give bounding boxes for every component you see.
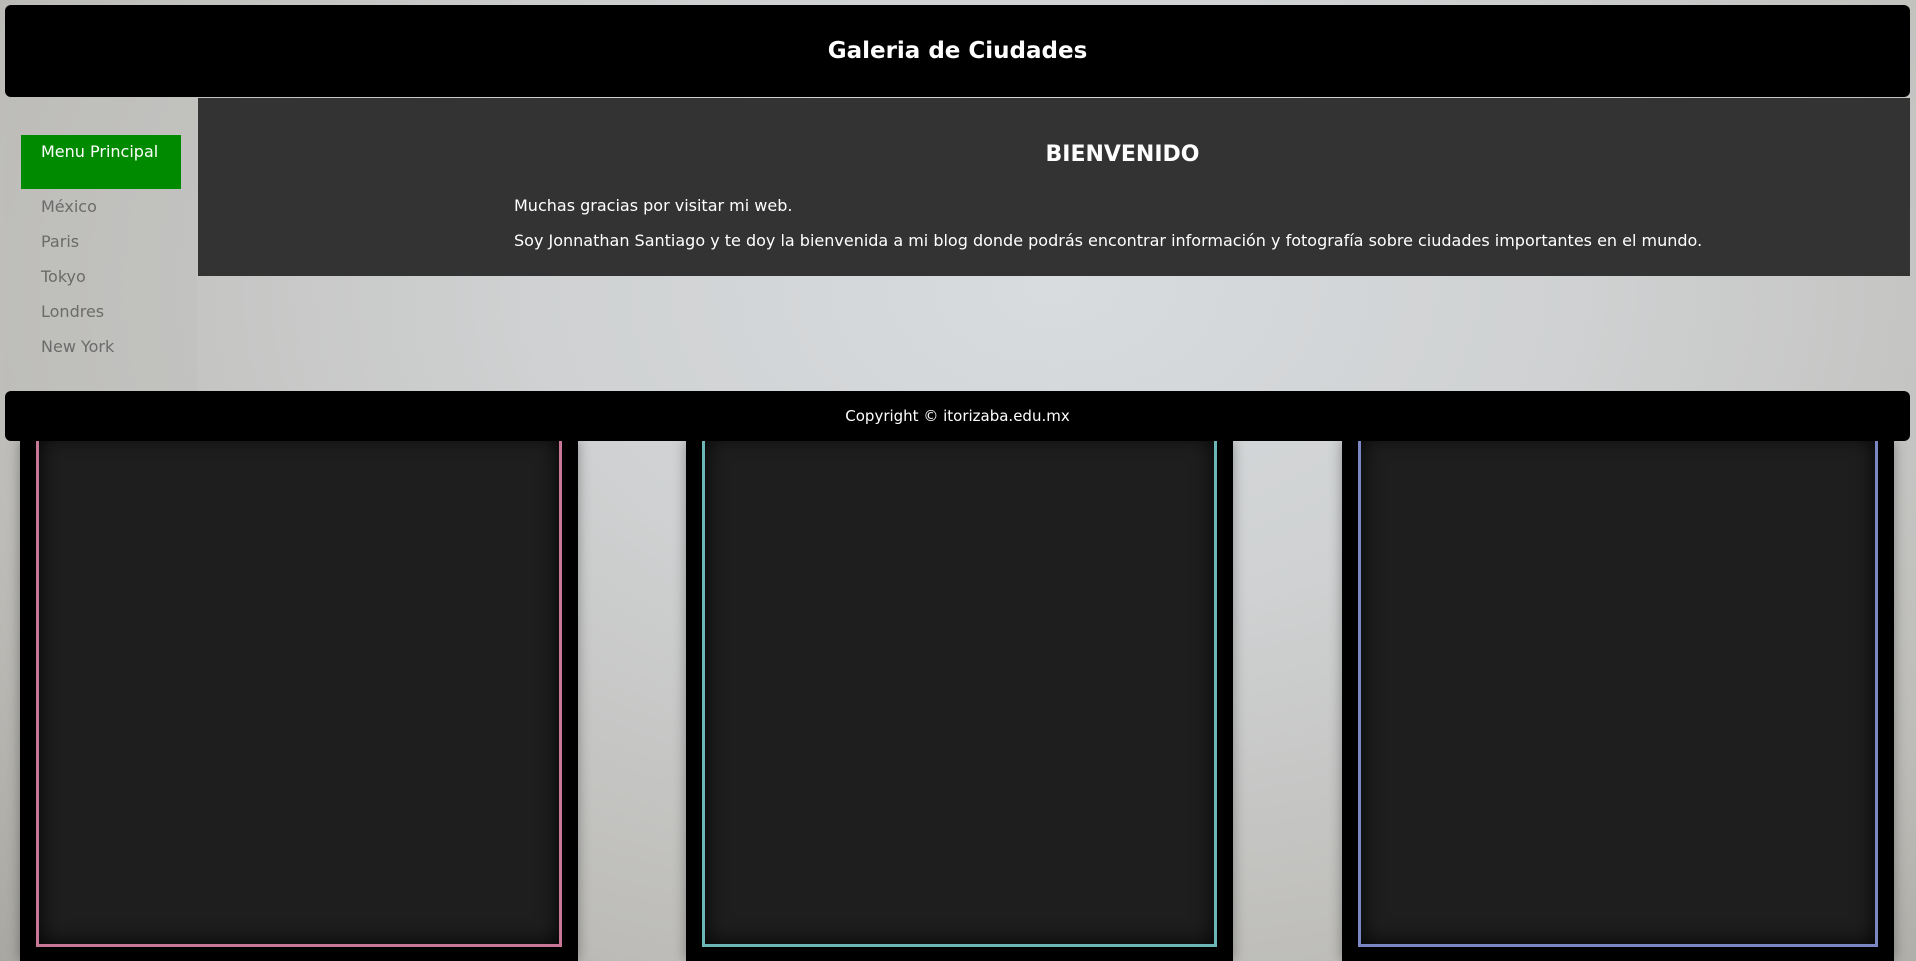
menu-item-new-york[interactable]: New York [21, 329, 181, 364]
menu-item-londres[interactable]: Londres [21, 294, 181, 329]
copyright-text: Copyright © itorizaba.edu.mx [845, 407, 1070, 425]
menu-item-menu-principal[interactable]: Menu Principal [21, 135, 181, 189]
sidebar-menu: Menu Principal México Paris Tokyo Londre… [21, 135, 181, 364]
frame-canvas [36, 432, 562, 947]
welcome-text-1: Muchas gracias por visitar mi web. [514, 196, 793, 215]
page-container: Galeria de Ciudades Menu Principal Méxic… [5, 5, 1910, 441]
site-title: Galeria de Ciudades [827, 38, 1088, 64]
site-header: Galeria de Ciudades [5, 5, 1910, 97]
site-footer: Copyright © itorizaba.edu.mx [5, 391, 1910, 441]
sidebar: Menu Principal México Paris Tokyo Londre… [5, 98, 197, 395]
background-frame-blue [1342, 432, 1894, 961]
menu-item-tokyo[interactable]: Tokyo [21, 259, 181, 294]
welcome-heading: BIENVENIDO [1045, 142, 1200, 167]
menu-item-mexico[interactable]: México [21, 189, 181, 224]
frame-canvas [702, 432, 1217, 947]
welcome-text-2: Soy Jonnathan Santiago y te doy la bienv… [514, 231, 1703, 250]
frame-canvas [1358, 432, 1878, 947]
menu-item-paris[interactable]: Paris [21, 224, 181, 259]
background-frame-teal [686, 432, 1233, 961]
background-frame-pink [20, 432, 578, 961]
main-content: BIENVENIDO Muchas gracias por visitar mi… [198, 98, 1910, 276]
